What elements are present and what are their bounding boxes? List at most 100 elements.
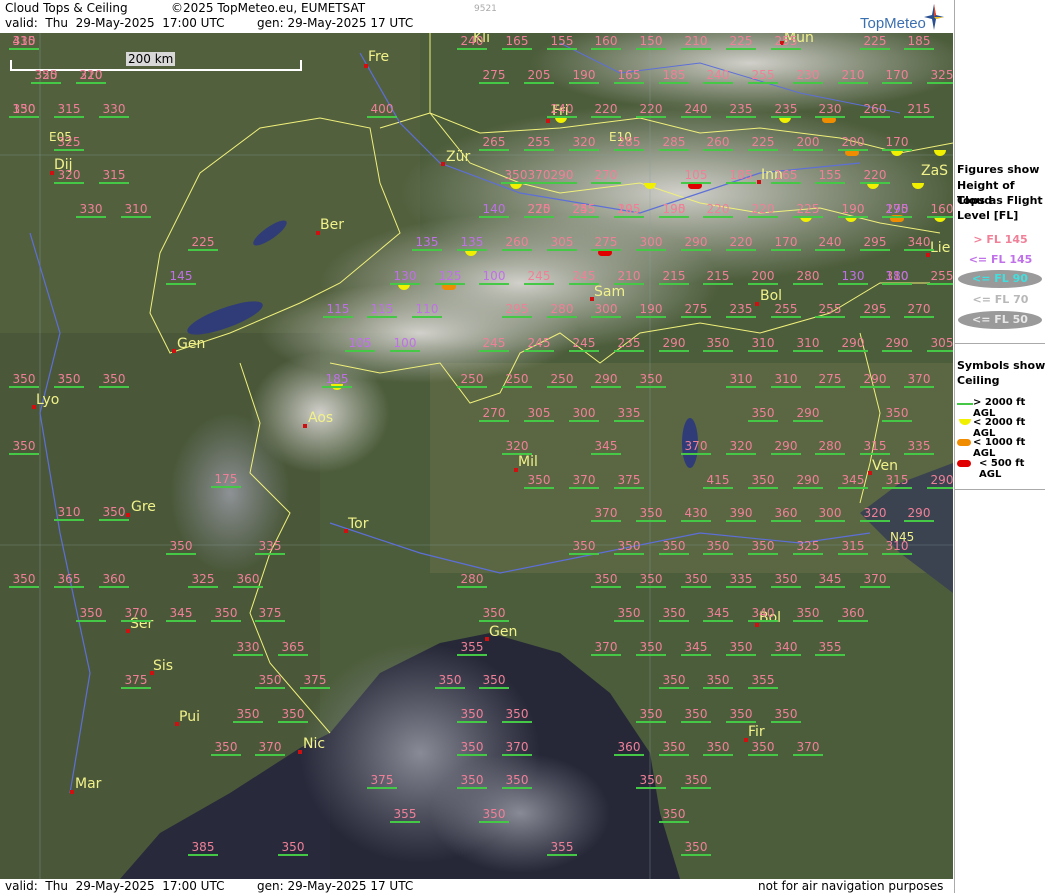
flight-level-label: 320 <box>54 169 84 184</box>
flight-level-label: 390 <box>726 507 756 522</box>
flight-level-label: 220 <box>591 103 621 118</box>
legend-ceiling-label: < 500 ft AGL <box>979 458 1025 480</box>
flight-level-label: 275 <box>815 373 845 388</box>
flight-level-label: 280 <box>547 303 577 318</box>
flight-level-label: 235 <box>726 103 756 118</box>
flight-level-label: 350 <box>569 540 599 555</box>
city-marker <box>172 349 176 353</box>
flight-level-label-low: 115 <box>323 303 353 318</box>
topmeteo-logo: TopMeteo <box>860 15 926 32</box>
flight-level-label: 415 <box>9 35 39 50</box>
ceiling-1000-icon <box>957 439 971 446</box>
flight-level-label: 170 <box>882 136 912 151</box>
flight-level-label: 315 <box>860 440 890 455</box>
flight-level-label-low: 115 <box>367 303 397 318</box>
flight-level-label: 350 <box>681 708 711 723</box>
flight-level-label: 265 <box>479 136 509 151</box>
flight-level-label: 355 <box>31 69 61 84</box>
ceiling-500-icon <box>957 460 971 467</box>
flight-level-label: 350 <box>479 607 509 622</box>
flight-level-label: 245 <box>569 270 599 285</box>
flight-level-label: 215 <box>904 103 934 118</box>
footer-generated-time: gen: 29-May-2025 17 UTC <box>257 879 414 893</box>
flight-level-label: 350 <box>681 573 711 588</box>
flight-level-label: 350 <box>479 674 509 689</box>
copyright-text: ©2025 TopMeteo.eu, EUMETSAT <box>171 1 366 15</box>
flight-level-label: 150 <box>636 35 666 50</box>
flight-level-label: 375 <box>614 474 644 489</box>
flight-level-label: 250 <box>547 373 577 388</box>
flight-level-label: 300 <box>636 236 666 251</box>
city-marker <box>514 468 518 472</box>
generated-time: gen: 29-May-2025 17 UTC <box>257 16 414 30</box>
city-label: Tor <box>348 516 369 532</box>
flight-level-label: 310 <box>882 540 912 555</box>
city-label: Fre <box>368 49 390 65</box>
flight-level-label: 365 <box>54 573 84 588</box>
flight-level-label: 290 <box>659 337 689 352</box>
flight-level-label-low: 130 <box>390 270 420 285</box>
flight-level-label: 350 <box>457 774 487 789</box>
flight-level-label: 355 <box>547 841 577 856</box>
flight-level-label: 345 <box>838 474 868 489</box>
flight-level-label: 320 <box>860 507 890 522</box>
flight-level-label: 370 <box>502 741 532 756</box>
flight-level-label: 260 <box>860 103 890 118</box>
flight-level-label: 360 <box>771 507 801 522</box>
city-marker <box>868 471 872 475</box>
flight-level-label: 350 <box>435 674 465 689</box>
city-label: Zür <box>446 149 471 165</box>
flight-level-label: 225 <box>726 35 756 50</box>
flight-level-label: 330 <box>76 203 106 218</box>
flight-level-label: 290 <box>591 373 621 388</box>
flight-level-label: 245 <box>569 337 599 352</box>
flight-level-label: 350 <box>793 607 823 622</box>
flight-level-label: 385 <box>188 841 218 856</box>
flight-level-label: 335 <box>904 440 934 455</box>
flight-level-label: 350 <box>771 573 801 588</box>
flight-level-label: 185 <box>904 35 934 50</box>
flight-level-label: 350 <box>681 841 711 856</box>
flight-level-label: 315 <box>882 474 912 489</box>
flight-level-label: 355 <box>815 641 845 656</box>
flight-level-label: 350 <box>502 774 532 789</box>
flight-level-label: 430 <box>681 507 711 522</box>
flight-level-label: 375 <box>367 774 397 789</box>
legend-title-line: Level [FL] <box>957 209 1019 222</box>
city-label: Fir <box>748 724 765 740</box>
flight-level-label: 350 <box>636 573 666 588</box>
flight-level-label: 220 <box>76 69 106 84</box>
legend-title-line: Figures show <box>957 163 1040 176</box>
flight-level-label: 245 <box>524 270 554 285</box>
city-marker <box>298 750 302 754</box>
flight-level-label: 335 <box>726 573 756 588</box>
flight-level-label: 165 <box>502 35 532 50</box>
flight-level-label: 345 <box>166 607 196 622</box>
flight-level-label: 370 <box>793 741 823 756</box>
flight-level-label: 340 <box>904 236 934 251</box>
flight-level-label: 350 <box>703 674 733 689</box>
city-label: Mil <box>518 454 538 470</box>
flight-level-label: 350 <box>76 607 106 622</box>
legend-panel: Figures show Height of Cloud Tops as Fli… <box>954 0 1045 893</box>
city-marker <box>755 623 759 627</box>
flight-level-label: 350 <box>524 474 554 489</box>
flight-level-label: 350 <box>771 708 801 723</box>
city-marker <box>126 629 130 633</box>
flight-level-label: 325 <box>188 573 218 588</box>
flight-level-label: 240 <box>703 69 733 84</box>
flight-level-label: 350 <box>659 674 689 689</box>
legend-ceiling-label: < 1000 ft AGL <box>973 437 1026 459</box>
flight-level-label: 245 <box>479 337 509 352</box>
flight-level-label: 350 <box>748 474 778 489</box>
flight-level-label: 350 <box>659 607 689 622</box>
legend-divider <box>955 343 1045 344</box>
flight-level-label-low: 100 <box>390 337 420 352</box>
city-label: Pui <box>179 709 200 725</box>
flight-level-label: 335 <box>255 540 285 555</box>
flight-level-label: 270 <box>904 303 934 318</box>
flight-level-label: 200 <box>838 136 868 151</box>
flight-level-label: 350 <box>9 573 39 588</box>
satellite-map[interactable]: 200 km Fre Zür Ber Gen Lyo Aos Gre Tor M… <box>0 33 953 879</box>
city-label: Gre <box>131 499 156 515</box>
